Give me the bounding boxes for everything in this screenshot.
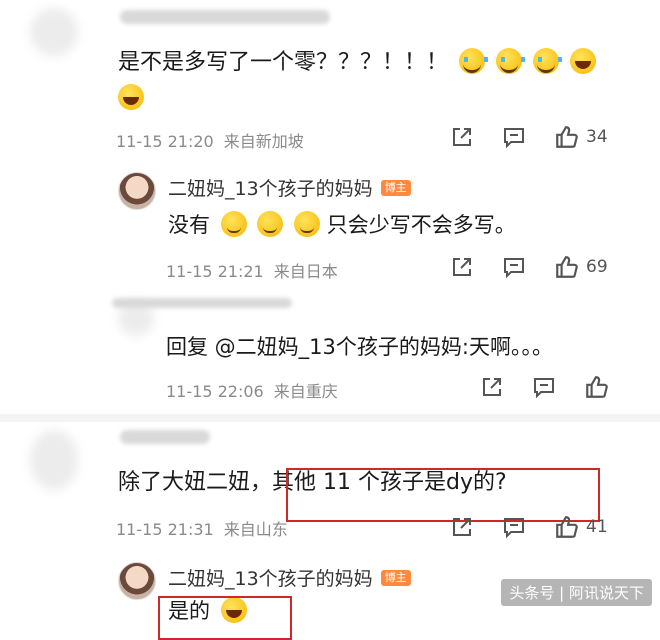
reply-actions: [458, 374, 610, 400]
comment-icon: [504, 518, 524, 539]
comment-text: 是不是多写了一个零？？？！！！: [118, 48, 597, 78]
comment-icon: [504, 128, 524, 149]
username[interactable]: 二妞妈_13个孩子的妈妈 博主: [168, 564, 411, 591]
reply-actions: 69: [428, 254, 608, 280]
avatar[interactable]: [118, 562, 156, 600]
smirk-emoji-icon: [220, 211, 247, 237]
smirk-emoji-icon: [294, 211, 321, 237]
like-count: 34: [586, 127, 608, 147]
reply-text: 回复 @二妞妈_13个孩子的妈妈:天啊。。。: [166, 335, 553, 359]
username-blurred[interactable]: [120, 430, 210, 444]
comment-button[interactable]: [502, 255, 526, 279]
blogger-badge: 博主: [380, 179, 411, 196]
share-icon: [453, 128, 471, 146]
like-icon: [586, 376, 608, 398]
avatar[interactable]: [30, 430, 78, 490]
comment-icon: [504, 258, 524, 279]
like-button[interactable]: [584, 374, 610, 400]
smirk-emoji-icon: [257, 211, 284, 237]
comment-button[interactable]: [532, 375, 556, 399]
share-icon: [483, 378, 501, 396]
crying-emoji-icon: [459, 48, 489, 74]
avatar[interactable]: [118, 172, 156, 210]
username-blurred[interactable]: [120, 10, 330, 24]
reply-text: 没有 只会少写不会多写。: [168, 211, 516, 237]
reply-meta: 11-15 22:06 来自重庆: [166, 382, 338, 401]
reply-meta: 11-15 21:21 来自日本: [166, 262, 338, 281]
username-blurred[interactable]: [112, 298, 292, 308]
share-icon: [453, 518, 471, 536]
section-divider: [0, 414, 660, 422]
comment-button[interactable]: [502, 515, 526, 539]
share-button[interactable]: [450, 515, 474, 539]
laughing-emoji-icon: [118, 84, 144, 110]
like-icon: [556, 256, 578, 278]
comment-button[interactable]: [502, 125, 526, 149]
like-button[interactable]: 34: [554, 124, 608, 150]
like-icon: [556, 126, 578, 148]
laughing-emoji-icon: [570, 48, 597, 74]
avatar[interactable]: [30, 8, 78, 56]
blogger-badge: 博主: [380, 569, 411, 586]
comment-meta: 11-15 21:20 来自新加坡: [116, 132, 304, 151]
comment-actions: 34: [428, 124, 608, 150]
crying-emoji-icon: [533, 48, 563, 74]
highlight-box: [158, 596, 292, 640]
username[interactable]: 二妞妈_13个孩子的妈妈 博主: [168, 174, 411, 201]
like-count: 41: [586, 517, 608, 537]
crying-emoji-icon: [496, 48, 526, 74]
comment-meta: 11-15 21:31 来自山东: [116, 520, 288, 539]
like-count: 69: [586, 257, 608, 277]
comment-icon: [534, 378, 554, 399]
comment-actions: 41: [428, 514, 608, 540]
like-icon: [556, 516, 578, 538]
share-icon: [453, 258, 471, 276]
share-button[interactable]: [480, 375, 504, 399]
share-button[interactable]: [450, 255, 474, 279]
comment-text-continued: [118, 84, 144, 114]
like-button[interactable]: 69: [554, 254, 608, 280]
share-button[interactable]: [450, 125, 474, 149]
watermark: 头条号 | 阿讯说天下: [501, 579, 652, 606]
like-button[interactable]: 41: [554, 514, 608, 540]
